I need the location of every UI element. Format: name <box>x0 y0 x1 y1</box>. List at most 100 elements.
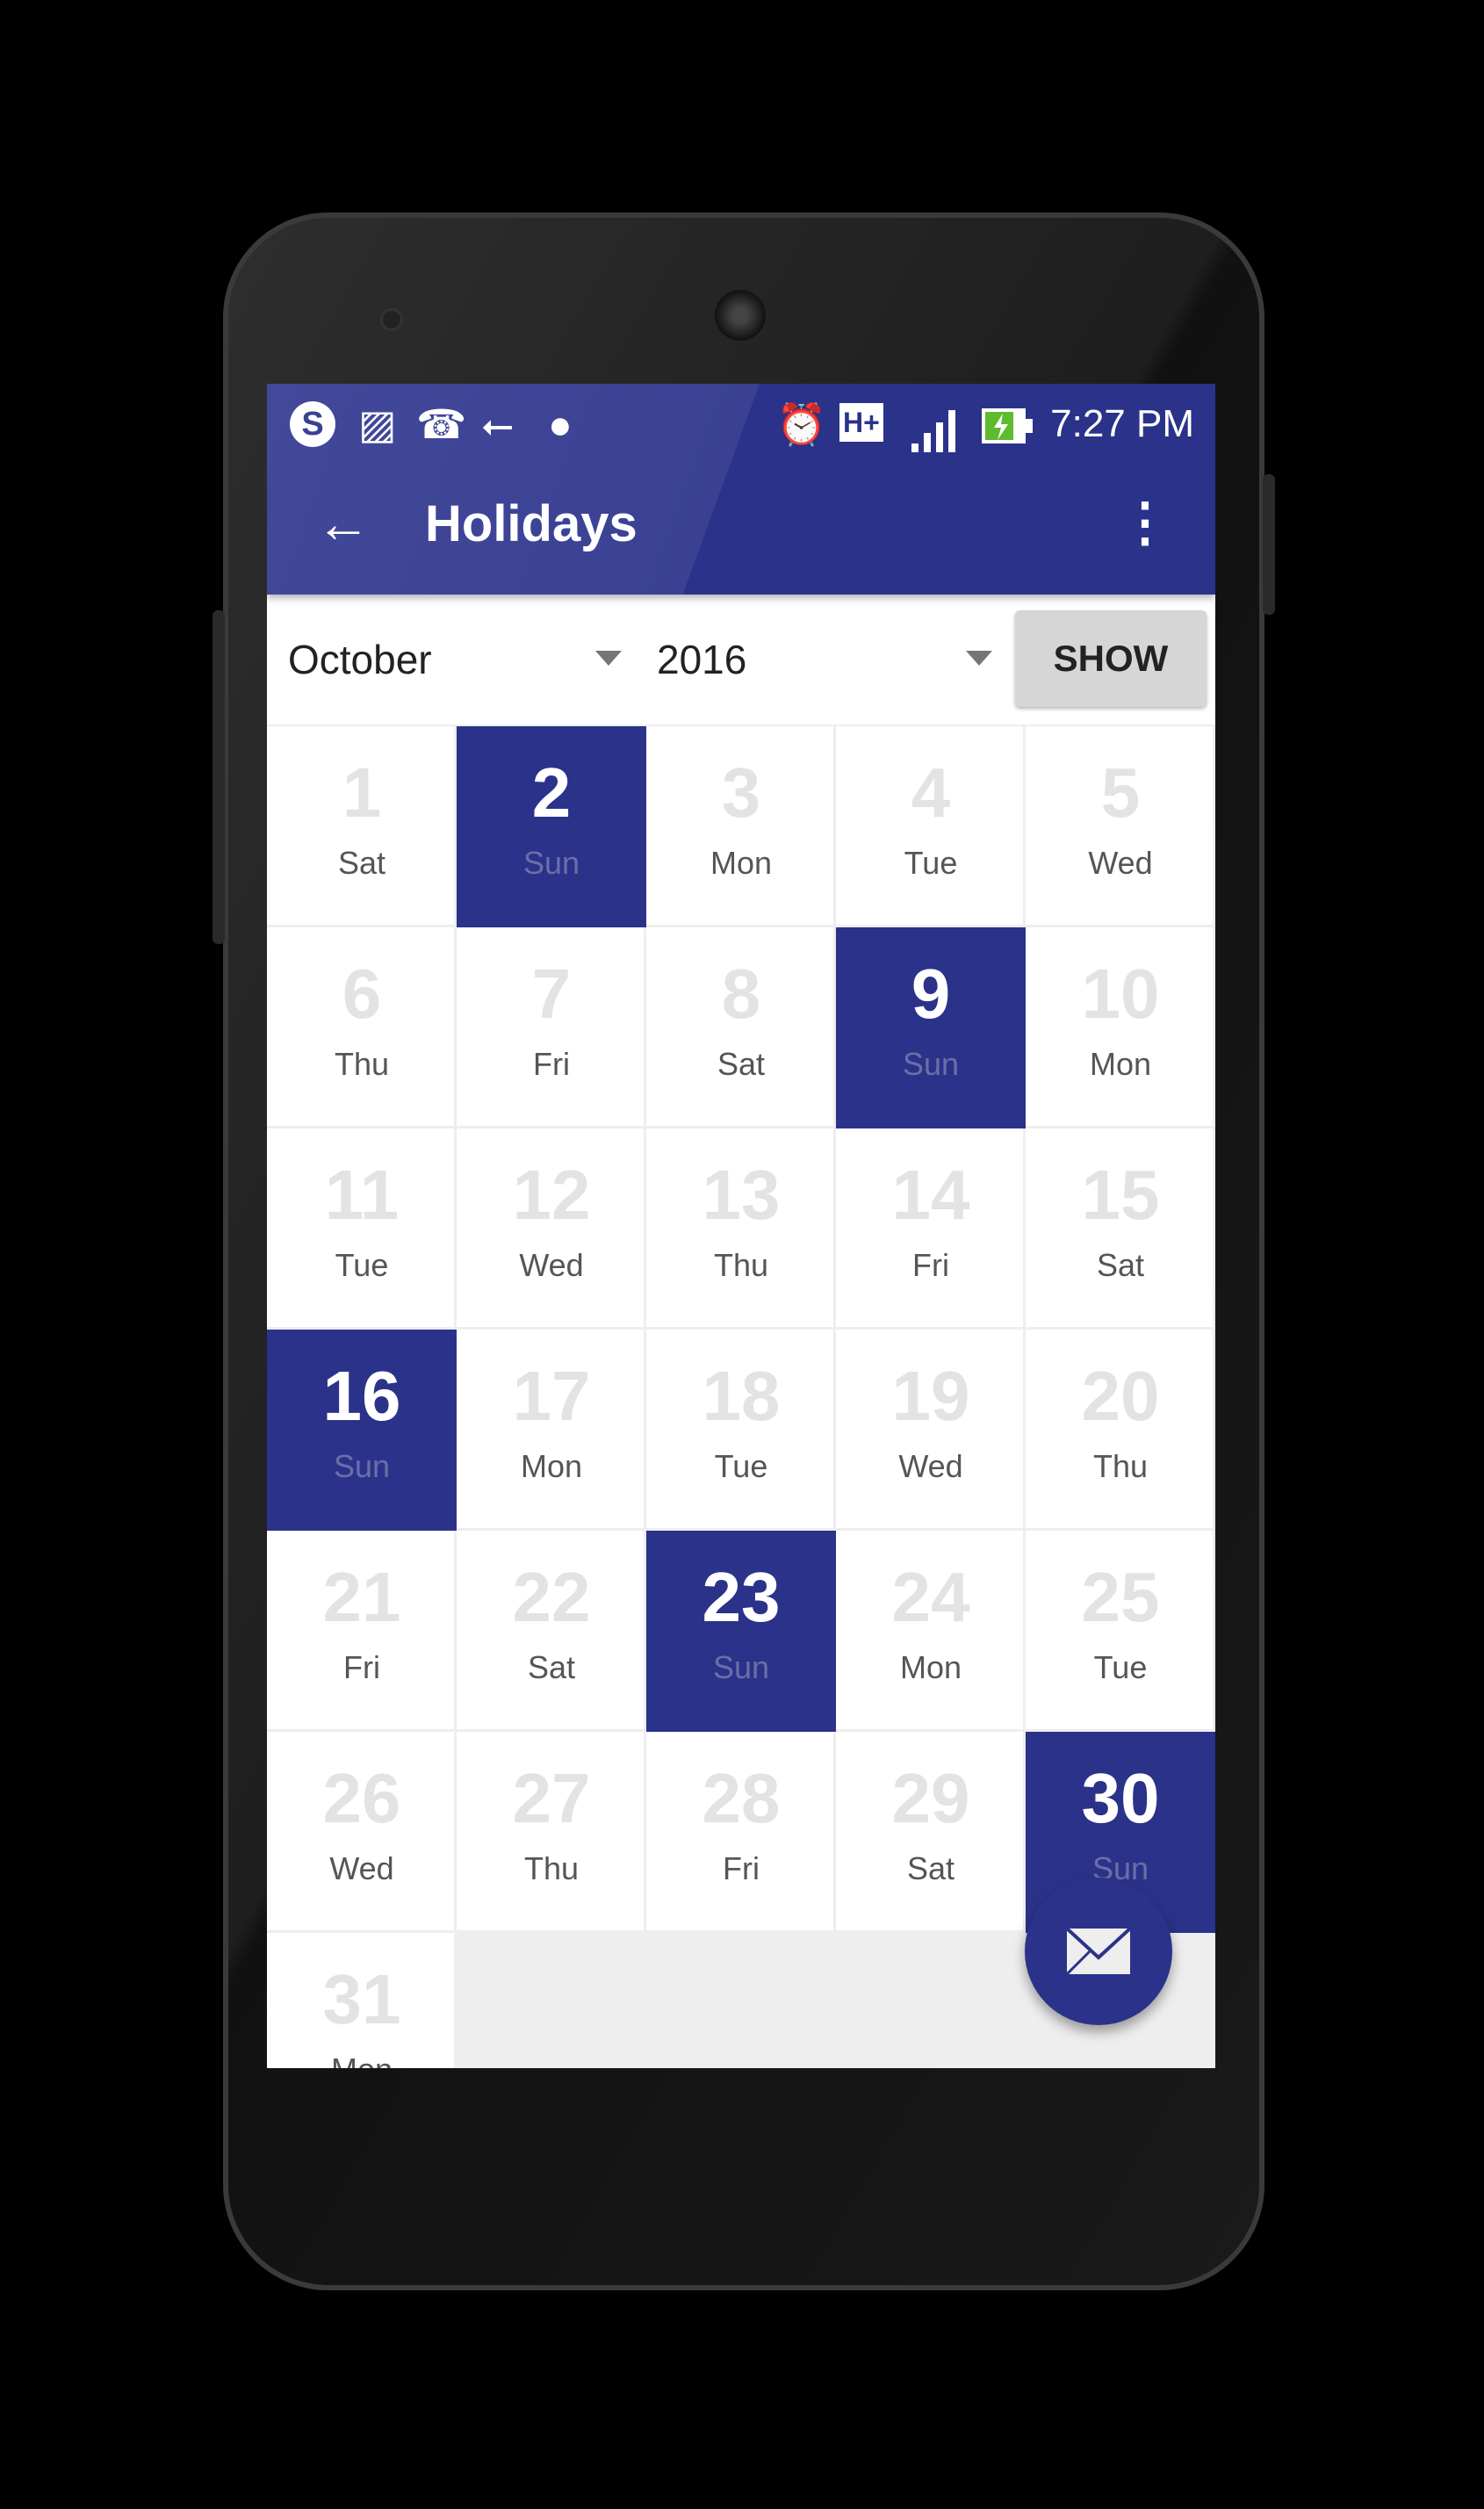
day-of-week: Fri <box>723 1850 760 1886</box>
skype-icon: S <box>290 401 335 447</box>
usb-icon: ⭠ <box>481 401 514 447</box>
day-cell[interactable]: 20 Thu <box>1026 1330 1215 1531</box>
day-number: 7 <box>531 955 572 1033</box>
day-number: 20 <box>1081 1357 1160 1435</box>
day-cell[interactable]: 4 Tue <box>836 726 1026 927</box>
day-cell[interactable]: 15 Sat <box>1026 1128 1215 1330</box>
earpiece-speaker <box>715 290 766 341</box>
day-number: 5 <box>1100 753 1141 832</box>
day-cell[interactable]: 3 Mon <box>646 726 836 927</box>
day-of-week: Sat <box>906 1850 955 1886</box>
day-number: 15 <box>1081 1156 1160 1234</box>
day-number: 8 <box>721 955 761 1033</box>
day-number: 22 <box>512 1558 591 1636</box>
day-cell[interactable]: 21 Fri <box>267 1531 457 1732</box>
day-cell[interactable]: 24 Mon <box>836 1531 1026 1732</box>
calendar-grid: 1 Sat 2 Sun 3 Mon 4 Tue 5 Wed 6 Thu 7 Fri 8 Sat 9 Sun 10 Mo… <box>267 726 1215 2068</box>
day-number: 19 <box>891 1357 970 1435</box>
day-cell[interactable]: 25 Tue <box>1026 1531 1215 1732</box>
holiday-cell[interactable]: 9 Sun <box>836 927 1026 1128</box>
day-cell[interactable]: 10 Mon <box>1026 927 1215 1128</box>
day-cell[interactable]: 11 Tue <box>267 1128 457 1330</box>
power-button <box>1263 474 1275 615</box>
missed-call-icon: ☎ <box>416 401 467 447</box>
day-cell[interactable]: 7 Fri <box>457 927 646 1128</box>
day-cell[interactable]: 22 Sat <box>457 1531 646 1732</box>
day-cell[interactable]: 6 Thu <box>267 927 457 1128</box>
day-cell[interactable]: 1 Sat <box>267 726 457 927</box>
day-cell[interactable]: 19 Wed <box>836 1330 1026 1531</box>
day-of-week: Sat <box>337 845 386 881</box>
show-button[interactable]: SHOW <box>1015 610 1207 707</box>
alarm-icon: ⏰ <box>776 401 827 447</box>
day-of-week: Mon <box>710 845 773 881</box>
day-number: 13 <box>702 1156 781 1234</box>
filter-row: October 2016 SHOW <box>267 595 1215 725</box>
day-number: 25 <box>1081 1558 1160 1636</box>
volume-button <box>213 610 225 944</box>
chevron-down-icon <box>966 651 992 666</box>
day-number: 30 <box>1081 1759 1160 1837</box>
day-of-week: Fri <box>912 1247 949 1283</box>
day-of-week: Thu <box>1092 1448 1149 1484</box>
day-number: 6 <box>342 955 382 1033</box>
year-value: 2016 <box>657 637 747 682</box>
month-value: October <box>288 637 432 682</box>
day-cell[interactable]: 13 Thu <box>646 1128 836 1330</box>
day-number: 23 <box>702 1558 781 1636</box>
day-of-week: Wed <box>1088 845 1153 881</box>
arrow-left-icon[interactable]: ← <box>316 489 371 559</box>
day-cell[interactable]: 18 Tue <box>646 1330 836 1531</box>
day-number: 24 <box>891 1558 970 1636</box>
day-of-week: Sat <box>717 1046 766 1082</box>
day-of-week: Wed <box>329 1850 394 1886</box>
day-number: 2 <box>531 753 572 832</box>
holiday-cell[interactable]: 2 Sun <box>457 726 646 927</box>
day-of-week: Mon <box>520 1448 583 1484</box>
day-of-week: Sun <box>522 845 580 881</box>
day-of-week: Tue <box>1093 1649 1148 1685</box>
day-cell[interactable]: 5 Wed <box>1026 726 1215 927</box>
signal-icon <box>911 410 955 452</box>
status-bar: S ▨ ☎ ⭠ ● ⏰ H+ 7:27 PM <box>267 384 1215 465</box>
app-bar: S ▨ ☎ ⭠ ● ⏰ H+ 7:27 PM ← Holidays ⋮ <box>267 384 1215 595</box>
envelope-icon <box>1066 1928 1131 1975</box>
day-of-week: Mon <box>899 1649 962 1685</box>
day-of-week: Thu <box>334 1046 390 1082</box>
day-of-week: Tue <box>714 1448 768 1484</box>
holiday-cell[interactable]: 23 Sun <box>646 1531 836 1732</box>
day-number: 17 <box>512 1357 591 1435</box>
image-icon: ▨ <box>358 401 397 447</box>
day-cell[interactable]: 31 Mon <box>267 1933 457 2068</box>
status-time: 7:27 PM <box>1050 402 1194 445</box>
send-mail-button[interactable] <box>1025 1878 1172 2025</box>
day-number: 10 <box>1081 955 1160 1033</box>
day-cell[interactable]: 27 Thu <box>457 1732 646 1933</box>
day-cell[interactable]: 12 Wed <box>457 1128 646 1330</box>
day-number: 27 <box>512 1759 591 1837</box>
day-number: 26 <box>322 1759 401 1837</box>
holiday-cell[interactable]: 16 Sun <box>267 1330 457 1531</box>
chevron-down-icon <box>595 651 622 666</box>
day-cell[interactable]: 26 Wed <box>267 1732 457 1933</box>
day-of-week: Sat <box>1096 1247 1145 1283</box>
day-number: 12 <box>512 1156 591 1234</box>
day-cell[interactable]: 14 Fri <box>836 1128 1026 1330</box>
day-cell[interactable]: 29 Sat <box>836 1732 1026 1933</box>
day-of-week: Fri <box>533 1046 570 1082</box>
day-cell[interactable]: 28 Fri <box>646 1732 836 1933</box>
day-of-week: Wed <box>898 1448 963 1484</box>
page-title: Holidays <box>425 495 638 552</box>
android-debug-icon: ● <box>548 401 573 447</box>
day-of-week: Thu <box>523 1850 580 1886</box>
day-cell[interactable]: 8 Sat <box>646 927 836 1128</box>
day-of-week: Tue <box>335 1247 389 1283</box>
day-number: 1 <box>342 753 382 832</box>
day-of-week: Sun <box>712 1649 770 1685</box>
hplus-network-icon: H+ <box>839 403 883 442</box>
day-of-week: Sun <box>902 1046 960 1082</box>
day-number: 18 <box>702 1357 781 1435</box>
more-vert-icon[interactable]: ⋮ <box>1119 487 1171 558</box>
day-cell[interactable]: 17 Mon <box>457 1330 646 1531</box>
day-of-week: Thu <box>713 1247 769 1283</box>
